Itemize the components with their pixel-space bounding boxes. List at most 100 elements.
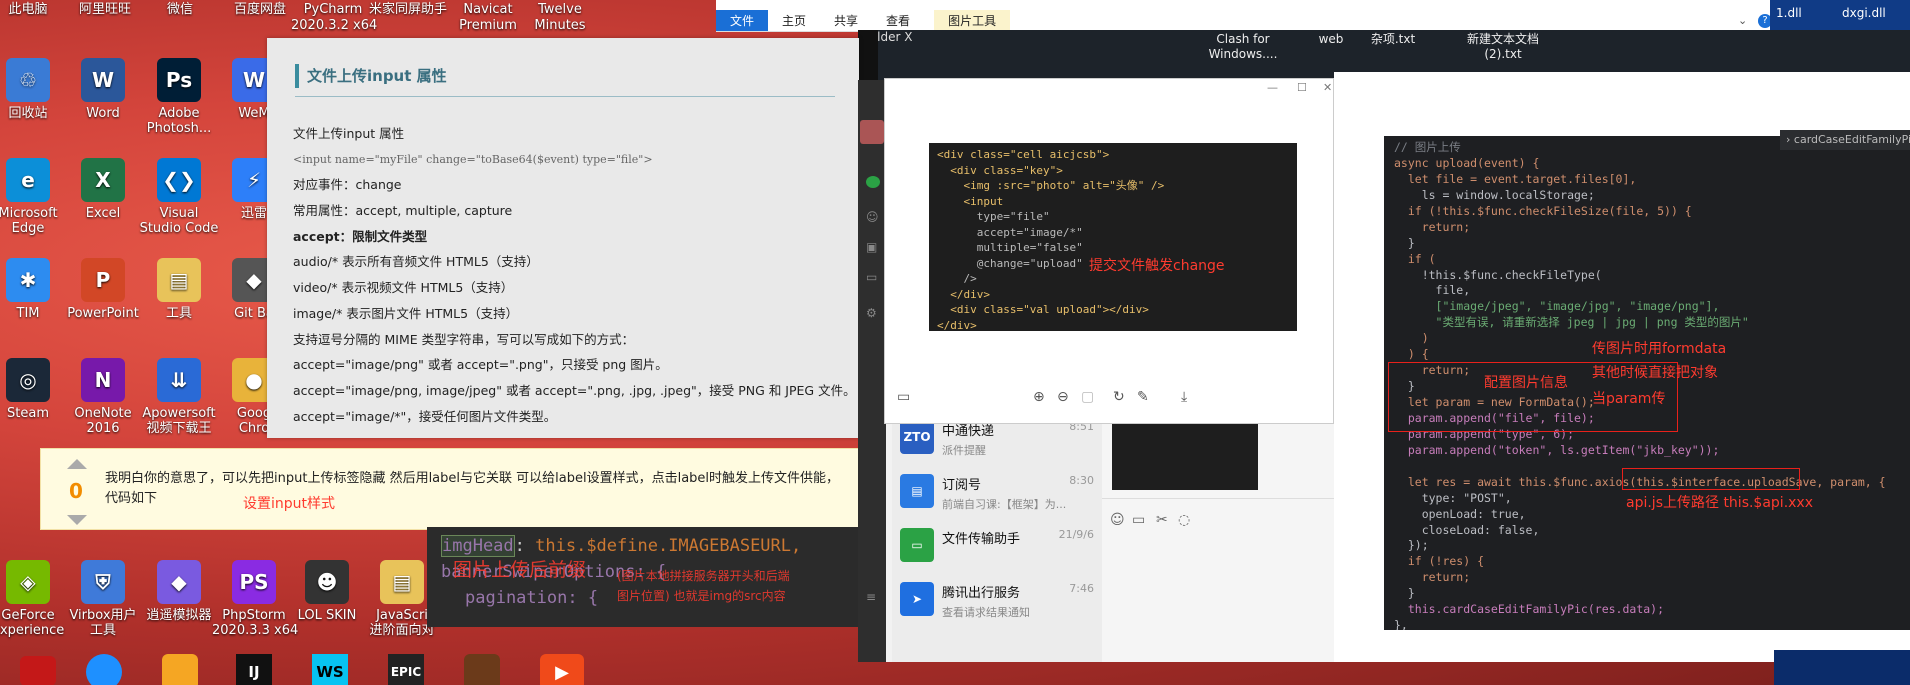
desktop-top-label[interactable]: 米家同屏助手 bbox=[366, 2, 450, 18]
code-snippet-window: imgHead: this.$define.IMAGEBASEURL, bann… bbox=[427, 527, 859, 627]
desktop-icon-label: Excel bbox=[85, 206, 121, 221]
tim-icon: ✱ bbox=[6, 258, 50, 302]
desktop-icon[interactable]: P PowerPoint bbox=[61, 258, 145, 321]
desktop-top-label[interactable]: 百度网盘 bbox=[218, 2, 302, 18]
chat-list-item[interactable]: ➤ 腾讯出行服务 7:46 查看请求结果通知 bbox=[892, 574, 1102, 628]
answer-text: 我明白你的意思了，可以先把input上传标签隐藏 然后用label与它关联 可以… bbox=[105, 471, 840, 506]
app-icon[interactable] bbox=[86, 654, 122, 685]
folder-icon[interactable]: ▭ bbox=[1132, 512, 1145, 528]
snippet-value: this.$define.IMAGEBASEURL, bbox=[535, 536, 802, 556]
chat-list-item[interactable]: ▭ 文件传输助手 21/9/6 bbox=[892, 520, 1102, 574]
document-line: 文件上传input 属性 bbox=[293, 126, 405, 141]
thumbnail-icon[interactable]: ▭ bbox=[897, 389, 910, 405]
scissors-icon[interactable]: ✂ bbox=[1156, 512, 1168, 528]
explorer-file[interactable]: 新建文本文档 (2).txt bbox=[1458, 32, 1548, 62]
desktop-icon[interactable]: ◆ 逍遥模拟器 bbox=[137, 560, 221, 623]
viewer-code-line: <div class="key"> bbox=[937, 163, 1063, 177]
desktop-icon-label: PowerPoint bbox=[67, 306, 139, 321]
desktop-icon[interactable]: X Excel bbox=[61, 158, 145, 221]
dll-file-label[interactable]: 1.dll bbox=[1776, 6, 1802, 20]
annotation-box-uploadsave bbox=[1622, 468, 1800, 490]
document-line: image/* 表示图片文件 HTML5（支持） bbox=[293, 305, 519, 321]
desktop-icon[interactable]: ☻ LOL SKIN bbox=[285, 560, 369, 623]
chat-name: 腾讯出行服务 bbox=[942, 586, 1021, 601]
desktop-icon-label: Word bbox=[86, 106, 120, 121]
desktop-icon[interactable]: ⇊ Apowersoft 视频下载王 bbox=[137, 358, 221, 436]
settings-icon[interactable]: ⚙ bbox=[866, 306, 877, 320]
desktop-icon[interactable]: e Microsoft Edge bbox=[0, 158, 70, 236]
zoom-in-icon[interactable]: ⊕ bbox=[1033, 389, 1045, 405]
desktop-top-label[interactable]: 阿里旺旺 bbox=[63, 2, 147, 18]
desktop-top-label[interactable]: 此电脑 bbox=[0, 2, 70, 18]
snippet-line-1: imgHead: this.$define.IMAGEBASEURL, bbox=[441, 535, 802, 557]
maximize-button[interactable]: ☐ bbox=[1297, 81, 1307, 94]
bottom-icon-row: IJ WS EPIC ▶ bbox=[0, 650, 600, 685]
chat-icon[interactable] bbox=[866, 176, 880, 188]
desktop-icon[interactable]: N OneNote 2016 bbox=[61, 358, 145, 436]
epic-icon[interactable]: EPIC bbox=[388, 654, 424, 685]
desktop-icon[interactable]: ⛨ Virbox用户 工具 bbox=[61, 560, 145, 638]
desktop-top-label[interactable]: Twelve Minutes bbox=[518, 2, 602, 34]
minimize-button[interactable]: — bbox=[1267, 81, 1278, 94]
desktop-icon[interactable]: W Word bbox=[61, 58, 145, 121]
vscode-icon: ❮❯ bbox=[157, 158, 201, 202]
intellij-icon[interactable]: IJ bbox=[236, 654, 272, 685]
desktop-icon[interactable]: ❮❯ Visual Studio Code bbox=[137, 158, 221, 236]
dragon-icon[interactable] bbox=[20, 656, 56, 685]
ribbon-tab[interactable]: 主页 bbox=[768, 10, 820, 31]
chat-time: 7:46 bbox=[1069, 582, 1094, 595]
avatar[interactable] bbox=[860, 120, 884, 144]
chat-avatar-icon: ▭ bbox=[900, 528, 934, 562]
lolskin-icon: ☻ bbox=[305, 560, 349, 604]
app-icon[interactable] bbox=[162, 654, 198, 685]
menu-icon[interactable]: ≡ bbox=[866, 590, 876, 604]
zoom-out-icon[interactable]: ⊖ bbox=[1057, 389, 1069, 405]
download-icon[interactable]: ⤓ bbox=[1181, 389, 1187, 405]
annotation-formdata-2: 其他时候直接把对象 bbox=[1592, 365, 1718, 381]
folder-icon[interactable]: ▭ bbox=[866, 270, 877, 284]
ribbon-tab[interactable]: 图片工具 bbox=[934, 10, 1011, 31]
emoji-icon[interactable]: ☺ bbox=[1110, 512, 1125, 528]
ribbon-expand-chevron-icon[interactable]: ⌄ bbox=[1738, 14, 1747, 27]
chat-preview: 前端自习课:【框架】为... bbox=[942, 498, 1067, 511]
box-icon[interactable]: ▣ bbox=[866, 240, 877, 254]
viewer-code-line: <div class="val upload"></div> bbox=[937, 303, 1149, 316]
word-icon: W bbox=[81, 58, 125, 102]
desktop-icon[interactable]: Ps Adobe Photosh... bbox=[137, 58, 221, 136]
editor-code-line: !this.$func.checkFileType( bbox=[1394, 267, 1602, 282]
chat-list-item[interactable]: ▤ 订阅号 8:30 前端自习课:【框架】为... bbox=[892, 466, 1102, 520]
desktop-icon[interactable]: ▤ 工具 bbox=[137, 258, 221, 321]
contacts-icon[interactable]: ☺ bbox=[866, 210, 879, 224]
downvote-arrow-icon[interactable] bbox=[67, 515, 87, 525]
desktop-icon-label: Steam bbox=[7, 406, 49, 421]
upvote-arrow-icon[interactable] bbox=[67, 459, 87, 469]
desktop-icon[interactable]: ◈ GeForce Experience bbox=[0, 560, 70, 638]
viewer-code-line: </div> bbox=[937, 318, 977, 332]
editor-code-line: }, bbox=[1394, 618, 1408, 630]
desktop-top-label[interactable]: 微信 bbox=[138, 2, 222, 18]
desktop-icon[interactable]: ♲ 回收站 bbox=[0, 58, 70, 121]
explorer-file[interactable]: 杂项.txt bbox=[1348, 32, 1438, 47]
viewer-code-line: <div class="cell aicjcsb"> bbox=[937, 148, 1110, 161]
rotate-icon[interactable]: ↻ bbox=[1113, 389, 1125, 405]
close-button[interactable]: ✕ bbox=[1323, 81, 1332, 94]
explorer-file[interactable]: Clash for Windows.... bbox=[1198, 32, 1288, 62]
desktop-icon[interactable]: PS PhpStorm 2020.3.3 x64 bbox=[212, 560, 298, 638]
webstorm-icon[interactable]: WS bbox=[312, 654, 348, 685]
ribbon-tab[interactable]: 文件 bbox=[716, 10, 769, 31]
desktop-icon[interactable]: ◎ Steam bbox=[0, 358, 70, 421]
fit-icon[interactable]: ▢ bbox=[1081, 389, 1094, 405]
geforce-icon: ◈ bbox=[6, 560, 50, 604]
game-icon[interactable] bbox=[464, 654, 500, 685]
desktop-top-label[interactable]: PyCharm 2020.3.2 x64 bbox=[291, 2, 377, 34]
chat-bubble-icon[interactable]: ◌ bbox=[1178, 512, 1190, 528]
ribbon-tab[interactable]: 查看 bbox=[872, 10, 924, 31]
ribbon-tab[interactable]: 共享 bbox=[820, 10, 872, 31]
edit-icon[interactable]: ✎ bbox=[1137, 389, 1149, 405]
phpstorm-icon: PS bbox=[232, 560, 276, 604]
video-icon[interactable]: ▶ bbox=[540, 654, 584, 685]
dll-file-label[interactable]: dxgi.dll bbox=[1842, 6, 1886, 20]
photoshop-icon: Ps bbox=[157, 58, 201, 102]
answer-panel: 0 我明白你的意思了，可以先把input上传标签隐藏 然后用label与它关联 … bbox=[40, 448, 862, 530]
desktop-icon[interactable]: ✱ TIM bbox=[0, 258, 70, 321]
